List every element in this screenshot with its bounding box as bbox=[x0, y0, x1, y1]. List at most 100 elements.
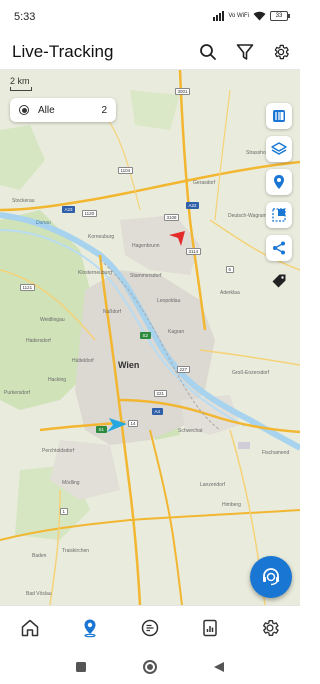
status-bar: 5:33 Vo WiFi 33 bbox=[0, 0, 300, 34]
red-marker[interactable] bbox=[168, 229, 186, 247]
place-label: Stammersdorf bbox=[130, 273, 162, 279]
support-fab[interactable] bbox=[250, 556, 292, 598]
back-icon[interactable] bbox=[213, 661, 225, 673]
place-label: Traiskirchen bbox=[62, 548, 90, 554]
signal-icon bbox=[213, 10, 225, 21]
search-icon bbox=[200, 44, 216, 60]
road-shield: A4 bbox=[152, 408, 163, 415]
place-label: Mödling bbox=[62, 480, 80, 486]
nav-reports[interactable] bbox=[180, 606, 240, 649]
place-label: Groß-Enzersdorf bbox=[232, 370, 270, 376]
road-shield: 1104 bbox=[118, 167, 133, 174]
road-shield: 3108 bbox=[164, 214, 180, 221]
map-pin-icon bbox=[84, 619, 96, 637]
place-label: Hadersdorf bbox=[26, 338, 51, 344]
status-time: 5:33 bbox=[14, 11, 36, 23]
device-filter[interactable]: Alle 2 bbox=[10, 98, 116, 122]
home-icon bbox=[21, 619, 39, 636]
crop-area-button[interactable] bbox=[266, 202, 292, 228]
place-label: Leopoldau bbox=[157, 298, 181, 304]
share-button[interactable] bbox=[266, 235, 292, 261]
place-label: Hagenbrunn bbox=[132, 243, 160, 249]
battery-icon: 33 bbox=[270, 10, 290, 21]
place-label: Hütteldorf bbox=[72, 358, 94, 364]
settings-button[interactable] bbox=[268, 39, 294, 65]
map-view[interactable]: Stockerau Korneuburg Klosterneuburg Hage… bbox=[0, 70, 300, 605]
road-shield: 3001 bbox=[175, 88, 191, 95]
place-label: Strasshof bbox=[246, 150, 268, 156]
place-label: Klosterneuburg bbox=[78, 270, 112, 276]
status-icons: Vo WiFi 33 bbox=[213, 10, 290, 21]
page-title: Live-Tracking bbox=[12, 42, 114, 61]
radio-selected-icon bbox=[19, 105, 29, 115]
filter-button[interactable] bbox=[232, 39, 258, 65]
road-shield: 3114 bbox=[186, 248, 201, 255]
river-label: Donau bbox=[36, 220, 51, 226]
chat-icon bbox=[141, 619, 159, 636]
home-button-icon[interactable] bbox=[142, 659, 158, 675]
place-label: Fischamend bbox=[262, 450, 290, 456]
place-label: Himberg bbox=[222, 502, 241, 508]
location-button[interactable] bbox=[266, 169, 292, 195]
map-style-icon bbox=[273, 110, 285, 122]
blue-marker[interactable] bbox=[106, 417, 128, 433]
search-button[interactable] bbox=[195, 39, 221, 65]
filter-label: Alle bbox=[38, 104, 55, 116]
place-label: Gerasdorf bbox=[193, 180, 216, 186]
road-shield: S2 bbox=[140, 332, 151, 339]
nav-settings[interactable] bbox=[240, 606, 300, 649]
place-label: Kagran bbox=[168, 329, 185, 335]
place-label: Korneuburg bbox=[88, 234, 115, 240]
tag-button[interactable] bbox=[266, 268, 292, 294]
filter-count: 2 bbox=[101, 104, 107, 116]
map-style-button[interactable] bbox=[266, 103, 292, 129]
network-label: Vo WiFi bbox=[228, 12, 249, 19]
place-label: Nußdorf bbox=[103, 309, 122, 315]
road-shield: S1 bbox=[96, 426, 107, 433]
scale-bar bbox=[10, 87, 32, 91]
filter-icon bbox=[236, 44, 254, 60]
tag-icon bbox=[272, 274, 286, 288]
road-shield: 6 bbox=[226, 266, 234, 273]
system-nav-bar bbox=[0, 649, 300, 684]
place-label: Purkersdorf bbox=[4, 390, 30, 396]
place-label: Aderklaa bbox=[220, 290, 240, 296]
place-label: Lanzendorf bbox=[200, 482, 226, 488]
place-label: Schwechat bbox=[178, 428, 203, 434]
layers-icon bbox=[271, 142, 287, 155]
city-label: Wien bbox=[118, 360, 140, 370]
layers-button[interactable] bbox=[266, 136, 292, 162]
road-shield: 1 bbox=[60, 508, 68, 515]
road-shield: 227 bbox=[177, 366, 190, 373]
bottom-nav bbox=[0, 605, 300, 649]
crop-area-icon bbox=[272, 208, 286, 222]
map-scale: 2 km bbox=[10, 76, 32, 91]
place-label: Weidlingau bbox=[40, 317, 65, 323]
nav-home[interactable] bbox=[0, 606, 60, 649]
nav-chat[interactable] bbox=[120, 606, 180, 649]
support-agent-icon bbox=[263, 568, 279, 586]
place-label: Perchtoldsdorf bbox=[42, 448, 75, 454]
wifi-icon bbox=[253, 11, 266, 20]
road-shield: 1121 bbox=[20, 284, 35, 291]
road-shield: A23 bbox=[62, 206, 76, 213]
place-label: Bad Vöslau bbox=[26, 591, 52, 597]
road-shield: 14 bbox=[128, 420, 139, 427]
place-label: Deutsch-Wagram bbox=[228, 213, 267, 219]
location-pin-icon bbox=[274, 175, 284, 189]
settings-icon bbox=[274, 44, 289, 60]
share-icon bbox=[273, 241, 285, 255]
road-shield: A22 bbox=[186, 202, 200, 209]
map-tools bbox=[266, 103, 292, 294]
road-shield: 1120 bbox=[82, 210, 97, 217]
place-label: Baden bbox=[32, 553, 47, 559]
scale-label: 2 km bbox=[10, 76, 30, 86]
nav-map[interactable] bbox=[60, 606, 120, 649]
app-header: Live-Tracking bbox=[0, 34, 300, 70]
reports-icon bbox=[203, 619, 217, 636]
place-label: Stockerau bbox=[12, 198, 35, 204]
road-shield: 221 bbox=[154, 390, 167, 397]
recent-apps-icon[interactable] bbox=[75, 661, 87, 673]
settings-icon bbox=[263, 619, 279, 636]
place-label: Hacking bbox=[48, 377, 67, 383]
